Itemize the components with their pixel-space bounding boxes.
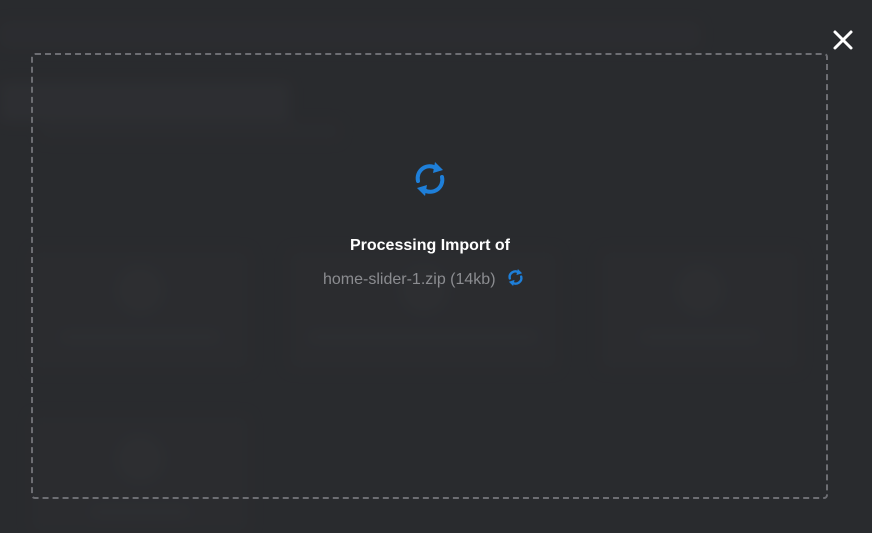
sync-icon [508,268,523,287]
close-icon [833,30,853,50]
close-button[interactable] [829,26,857,54]
import-modal-screen: Processing Import of home-slider-1.zip (… [0,0,872,533]
file-name: home-slider-1.zip [323,271,446,288]
inline-sync-icon [506,268,525,287]
processing-title: Processing Import of [349,237,511,254]
file-size: (14kb) [450,271,496,288]
sync-icon [415,162,445,196]
file-info: home-slider-1.zip (14kb) [0,268,848,289]
processing-sync-icon [410,159,450,199]
